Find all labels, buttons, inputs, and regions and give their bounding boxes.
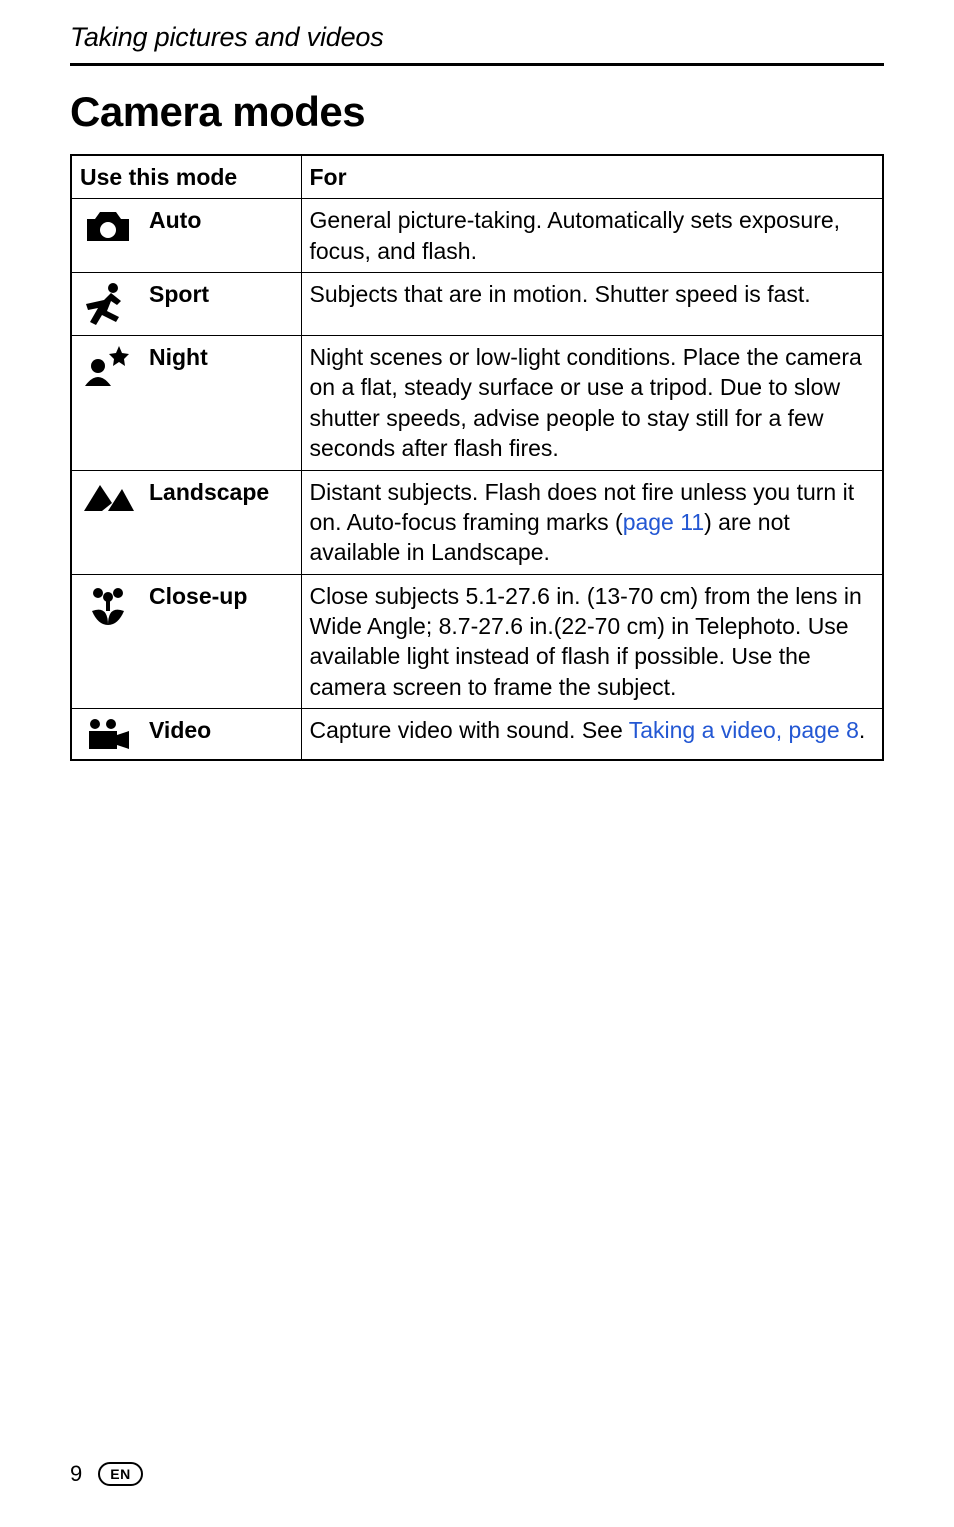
- page-footer: 9 EN: [70, 1461, 143, 1487]
- table-row: Video Capture video with sound. See Taki…: [71, 709, 883, 761]
- video-camera-icon: [85, 717, 131, 753]
- table-row: Landscape Distant subjects. Flash does n…: [71, 470, 883, 574]
- mode-description: Distant subjects. Flash does not fire un…: [301, 470, 883, 574]
- horizontal-rule: [70, 63, 884, 66]
- desc-link[interactable]: Taking a video, page 8: [629, 717, 859, 743]
- mode-label: Auto: [141, 199, 301, 273]
- mode-icon-cell: [71, 574, 141, 708]
- mode-label: Night: [141, 336, 301, 470]
- landscape-mountains-icon: [82, 479, 134, 513]
- table-row: Auto General picture-taking. Automatical…: [71, 199, 883, 273]
- mode-label: Sport: [141, 273, 301, 336]
- desc-text-pre: Night scenes or low-light conditions. Pl…: [310, 344, 862, 461]
- mode-icon-cell: [71, 273, 141, 336]
- auto-camera-icon: [83, 207, 133, 247]
- mode-description: Night scenes or low-light conditions. Pl…: [301, 336, 883, 470]
- mode-label: Video: [141, 709, 301, 761]
- running-header-text: Taking pictures and videos: [70, 22, 384, 52]
- desc-link[interactable]: page 11: [623, 509, 704, 535]
- page-number: 9: [70, 1461, 82, 1487]
- desc-text-post: .: [859, 717, 865, 743]
- language-pill: EN: [98, 1462, 142, 1486]
- table-row: Sport Subjects that are in motion. Shutt…: [71, 273, 883, 336]
- mode-label: Landscape: [141, 470, 301, 574]
- mode-icon-cell: [71, 709, 141, 761]
- desc-text-pre: Capture video with sound. See: [310, 717, 629, 743]
- running-header: Taking pictures and videos: [70, 22, 884, 53]
- header-mode: Use this mode: [71, 155, 301, 199]
- desc-text-pre: Subjects that are in motion. Shutter spe…: [310, 281, 811, 307]
- desc-text-pre: Close subjects 5.1-27.6 in. (13-70 cm) f…: [310, 583, 862, 700]
- header-for: For: [301, 155, 883, 199]
- table-header-row: Use this mode For: [71, 155, 883, 199]
- mode-description: Close subjects 5.1-27.6 in. (13-70 cm) f…: [301, 574, 883, 708]
- table-row: Night Night scenes or low-light conditio…: [71, 336, 883, 470]
- sport-running-icon: [83, 281, 133, 329]
- mode-description: Subjects that are in motion. Shutter spe…: [301, 273, 883, 336]
- mode-icon-cell: [71, 199, 141, 273]
- table-row: Close-up Close subjects 5.1-27.6 in. (13…: [71, 574, 883, 708]
- mode-description: Capture video with sound. See Taking a v…: [301, 709, 883, 761]
- night-person-star-icon: [83, 344, 133, 386]
- desc-text-pre: General picture-taking. Automatically se…: [310, 207, 841, 263]
- mode-label: Close-up: [141, 574, 301, 708]
- modes-table: Use this mode For Auto General picture-t…: [70, 154, 884, 761]
- close-up-flower-icon: [86, 583, 130, 627]
- mode-description: General picture-taking. Automatically se…: [301, 199, 883, 273]
- page-content: Taking pictures and videos Camera modes …: [0, 0, 954, 1527]
- mode-icon-cell: [71, 470, 141, 574]
- mode-icon-cell: [71, 336, 141, 470]
- page-title: Camera modes: [70, 88, 884, 136]
